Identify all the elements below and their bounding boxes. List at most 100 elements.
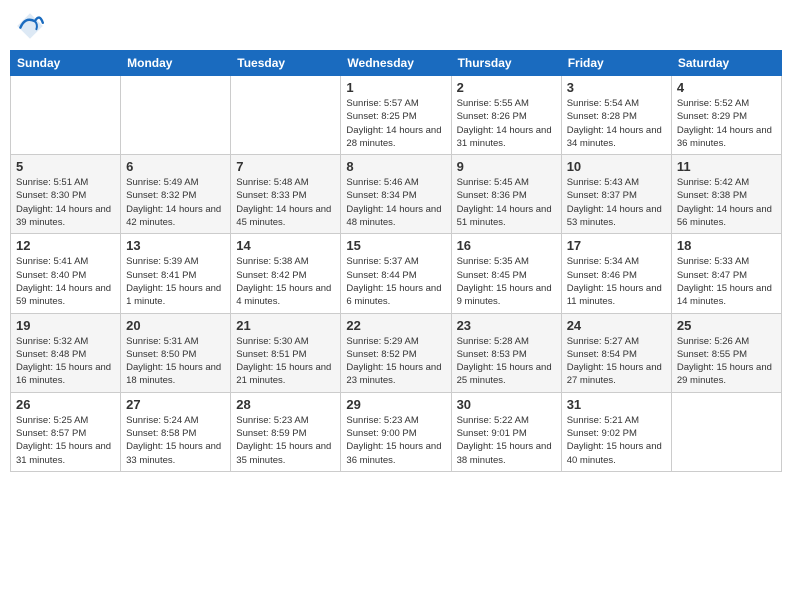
day-of-week-header: Monday (121, 51, 231, 76)
day-info: Sunrise: 5:52 AM Sunset: 8:29 PM Dayligh… (677, 97, 776, 150)
calendar-week-row: 5 Sunrise: 5:51 AM Sunset: 8:30 PM Daylig… (11, 155, 782, 234)
day-info: Sunrise: 5:25 AM Sunset: 8:57 PM Dayligh… (16, 414, 115, 467)
day-info: Sunrise: 5:49 AM Sunset: 8:32 PM Dayligh… (126, 176, 225, 229)
day-number: 3 (567, 80, 666, 95)
calendar-day-cell: 1 Sunrise: 5:57 AM Sunset: 8:25 PM Daylig… (341, 76, 451, 155)
day-number: 22 (346, 318, 445, 333)
day-number: 1 (346, 80, 445, 95)
calendar-week-row: 12Sunrise: 5:41 AM Sunset: 8:40 PM Dayli… (11, 234, 782, 313)
calendar-day-cell: 22 Sunrise: 5:29 AM Sunset: 8:52 PM Dayli… (341, 313, 451, 392)
day-number: 25 (677, 318, 776, 333)
calendar-header-row: SundayMondayTuesdayWednesdayThursdayFrid… (11, 51, 782, 76)
day-number: 30 (457, 397, 556, 412)
calendar-week-row: 19 Sunrise: 5:32 AM Sunset: 8:48 PM Dayli… (11, 313, 782, 392)
calendar-day-cell: 11Sunrise: 5:42 AM Sunset: 8:38 PM Dayli… (671, 155, 781, 234)
day-number: 9 (457, 159, 556, 174)
calendar-day-cell (671, 392, 781, 471)
day-info: Sunrise: 5:32 AM Sunset: 8:48 PM Dayligh… (16, 335, 115, 388)
day-number: 16 (457, 238, 556, 253)
calendar-day-cell: 12Sunrise: 5:41 AM Sunset: 8:40 PM Dayli… (11, 234, 121, 313)
day-info: Sunrise: 5:33 AM Sunset: 8:47 PM Dayligh… (677, 255, 776, 308)
day-number: 28 (236, 397, 335, 412)
calendar-day-cell: 2 Sunrise: 5:55 AM Sunset: 8:26 PM Daylig… (451, 76, 561, 155)
calendar-day-cell: 3 Sunrise: 5:54 AM Sunset: 8:28 PM Daylig… (561, 76, 671, 155)
day-info: Sunrise: 5:38 AM Sunset: 8:42 PM Dayligh… (236, 255, 335, 308)
day-info: Sunrise: 5:39 AM Sunset: 8:41 PM Dayligh… (126, 255, 225, 308)
logo (14, 10, 50, 42)
day-number: 24 (567, 318, 666, 333)
day-info: Sunrise: 5:35 AM Sunset: 8:45 PM Dayligh… (457, 255, 556, 308)
calendar-day-cell: 21Sunrise: 5:30 AM Sunset: 8:51 PM Dayli… (231, 313, 341, 392)
day-number: 13 (126, 238, 225, 253)
calendar-day-cell: 6Sunrise: 5:49 AM Sunset: 8:32 PM Daylig… (121, 155, 231, 234)
day-of-week-header: Thursday (451, 51, 561, 76)
calendar-day-cell: 27 Sunrise: 5:24 AM Sunset: 8:58 PM Dayli… (121, 392, 231, 471)
day-number: 18 (677, 238, 776, 253)
day-info: Sunrise: 5:42 AM Sunset: 8:38 PM Dayligh… (677, 176, 776, 229)
calendar-day-cell: 31 Sunrise: 5:21 AM Sunset: 9:02 PM Dayli… (561, 392, 671, 471)
calendar-day-cell: 25 Sunrise: 5:26 AM Sunset: 8:55 PM Dayli… (671, 313, 781, 392)
day-number: 29 (346, 397, 445, 412)
calendar-day-cell: 8Sunrise: 5:46 AM Sunset: 8:34 PM Daylig… (341, 155, 451, 234)
calendar-day-cell: 7 Sunrise: 5:48 AM Sunset: 8:33 PM Daylig… (231, 155, 341, 234)
day-number: 21 (236, 318, 335, 333)
calendar-day-cell: 10 Sunrise: 5:43 AM Sunset: 8:37 PM Dayli… (561, 155, 671, 234)
calendar-day-cell: 23 Sunrise: 5:28 AM Sunset: 8:53 PM Dayli… (451, 313, 561, 392)
day-info: Sunrise: 5:23 AM Sunset: 9:00 PM Dayligh… (346, 414, 445, 467)
calendar-day-cell: 28 Sunrise: 5:23 AM Sunset: 8:59 PM Dayli… (231, 392, 341, 471)
day-info: Sunrise: 5:51 AM Sunset: 8:30 PM Dayligh… (16, 176, 115, 229)
calendar-day-cell: 29 Sunrise: 5:23 AM Sunset: 9:00 PM Dayli… (341, 392, 451, 471)
day-info: Sunrise: 5:55 AM Sunset: 8:26 PM Dayligh… (457, 97, 556, 150)
day-number: 5 (16, 159, 115, 174)
day-info: Sunrise: 5:34 AM Sunset: 8:46 PM Dayligh… (567, 255, 666, 308)
day-number: 10 (567, 159, 666, 174)
day-info: Sunrise: 5:29 AM Sunset: 8:52 PM Dayligh… (346, 335, 445, 388)
day-info: Sunrise: 5:23 AM Sunset: 8:59 PM Dayligh… (236, 414, 335, 467)
calendar-day-cell (11, 76, 121, 155)
day-number: 7 (236, 159, 335, 174)
day-of-week-header: Tuesday (231, 51, 341, 76)
calendar-day-cell: 13 Sunrise: 5:39 AM Sunset: 8:41 PM Dayli… (121, 234, 231, 313)
calendar-day-cell (231, 76, 341, 155)
calendar-day-cell: 19 Sunrise: 5:32 AM Sunset: 8:48 PM Dayli… (11, 313, 121, 392)
day-number: 31 (567, 397, 666, 412)
day-number: 26 (16, 397, 115, 412)
day-info: Sunrise: 5:21 AM Sunset: 9:02 PM Dayligh… (567, 414, 666, 467)
day-number: 27 (126, 397, 225, 412)
day-info: Sunrise: 5:46 AM Sunset: 8:34 PM Dayligh… (346, 176, 445, 229)
day-number: 19 (16, 318, 115, 333)
calendar-day-cell: 14 Sunrise: 5:38 AM Sunset: 8:42 PM Dayli… (231, 234, 341, 313)
calendar-day-cell: 5 Sunrise: 5:51 AM Sunset: 8:30 PM Daylig… (11, 155, 121, 234)
calendar-day-cell: 4 Sunrise: 5:52 AM Sunset: 8:29 PM Daylig… (671, 76, 781, 155)
day-of-week-header: Wednesday (341, 51, 451, 76)
day-number: 2 (457, 80, 556, 95)
day-number: 12 (16, 238, 115, 253)
day-info: Sunrise: 5:37 AM Sunset: 8:44 PM Dayligh… (346, 255, 445, 308)
calendar-day-cell: 26 Sunrise: 5:25 AM Sunset: 8:57 PM Dayli… (11, 392, 121, 471)
calendar-day-cell: 24 Sunrise: 5:27 AM Sunset: 8:54 PM Dayli… (561, 313, 671, 392)
day-number: 23 (457, 318, 556, 333)
day-of-week-header: Friday (561, 51, 671, 76)
day-info: Sunrise: 5:22 AM Sunset: 9:01 PM Dayligh… (457, 414, 556, 467)
day-info: Sunrise: 5:26 AM Sunset: 8:55 PM Dayligh… (677, 335, 776, 388)
day-info: Sunrise: 5:43 AM Sunset: 8:37 PM Dayligh… (567, 176, 666, 229)
calendar-day-cell: 15 Sunrise: 5:37 AM Sunset: 8:44 PM Dayli… (341, 234, 451, 313)
day-number: 20 (126, 318, 225, 333)
calendar-day-cell: 9Sunrise: 5:45 AM Sunset: 8:36 PM Daylig… (451, 155, 561, 234)
calendar-day-cell: 30 Sunrise: 5:22 AM Sunset: 9:01 PM Dayli… (451, 392, 561, 471)
day-info: Sunrise: 5:57 AM Sunset: 8:25 PM Dayligh… (346, 97, 445, 150)
day-info: Sunrise: 5:27 AM Sunset: 8:54 PM Dayligh… (567, 335, 666, 388)
day-info: Sunrise: 5:24 AM Sunset: 8:58 PM Dayligh… (126, 414, 225, 467)
calendar-week-row: 1 Sunrise: 5:57 AM Sunset: 8:25 PM Daylig… (11, 76, 782, 155)
day-number: 14 (236, 238, 335, 253)
page-header (10, 10, 782, 42)
day-info: Sunrise: 5:31 AM Sunset: 8:50 PM Dayligh… (126, 335, 225, 388)
day-of-week-header: Sunday (11, 51, 121, 76)
day-info: Sunrise: 5:54 AM Sunset: 8:28 PM Dayligh… (567, 97, 666, 150)
day-of-week-header: Saturday (671, 51, 781, 76)
day-number: 15 (346, 238, 445, 253)
day-number: 4 (677, 80, 776, 95)
calendar-day-cell (121, 76, 231, 155)
day-info: Sunrise: 5:28 AM Sunset: 8:53 PM Dayligh… (457, 335, 556, 388)
day-info: Sunrise: 5:48 AM Sunset: 8:33 PM Dayligh… (236, 176, 335, 229)
